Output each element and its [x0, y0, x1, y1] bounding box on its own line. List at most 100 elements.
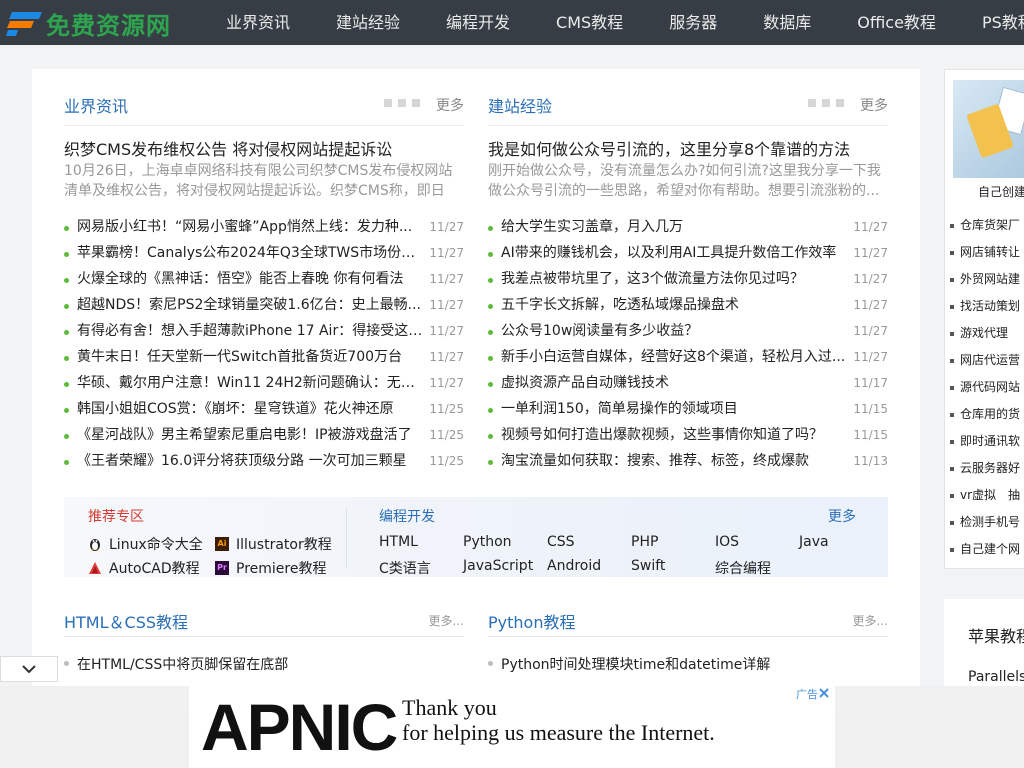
- list-item[interactable]: 公众号10w阅读量有多少收益？ 11/27: [488, 318, 888, 344]
- more-link[interactable]: 更多: [860, 95, 888, 115]
- list-item[interactable]: Python时间处理模块time和datetime详解: [501, 654, 770, 674]
- sidebar-caption[interactable]: 自己创建: [978, 183, 1024, 200]
- top-navigation-bar: 免费资源网 业界资讯 建站经验 编程开发 CMS教程 服务器 数据库 Offic…: [0, 0, 1024, 45]
- recommend-autocad[interactable]: AutoCAD教程: [88, 558, 200, 578]
- sidebar-link[interactable]: 网店铺转让: [950, 243, 1020, 260]
- programming-more-link[interactable]: 更多: [828, 506, 856, 526]
- main-content-card: 业界资讯 更多 织梦CMS发布维权公告 将对侵权网站提起诉讼 10月26日，上海…: [32, 69, 920, 709]
- featured-summary: 10月26日，上海卓卓网络科技有限公司织梦CMS发布侵权网站清单及维权公告，将对…: [64, 163, 453, 199]
- recommend-linux[interactable]: Linux命令大全: [88, 534, 203, 554]
- nav-item-server[interactable]: 服务器: [646, 0, 740, 45]
- recommend-illustrator[interactable]: Ai Illustrator教程: [215, 534, 332, 554]
- dev-link-html[interactable]: HTML: [379, 534, 418, 550]
- list-item[interactable]: 淘宝流量如何获取：搜索、推荐、标签，终成爆款 11/13: [488, 448, 888, 474]
- featured-summary: 刚开始做公众号，没有流量怎么办?如何引流?这里我分享一下我做公众号引流的一些思路…: [488, 163, 881, 199]
- nav-item-cms[interactable]: CMS教程: [533, 0, 646, 45]
- sidebar-link[interactable]: 即时通讯软: [950, 432, 1020, 449]
- list-item[interactable]: 网易版小红书！“网易小蜜蜂”App悄然上线：发力种... 11/27: [64, 214, 464, 240]
- sidebar-link[interactable]: 自己建个网: [950, 540, 1020, 557]
- section-python-header: Python教程 更多...: [488, 607, 888, 637]
- section-title[interactable]: 业界资讯: [64, 93, 128, 117]
- logo-icon: [6, 12, 42, 36]
- more-link[interactable]: 更多: [436, 95, 464, 115]
- list-item[interactable]: 超越NDS！索尼PS2全球销量突破1.6亿台：史上最畅... 11/27: [64, 292, 464, 318]
- nav-item-site-building[interactable]: 建站经验: [313, 0, 423, 45]
- dev-link-java[interactable]: Java: [799, 534, 829, 550]
- list-item[interactable]: 《星河战队》男主希望索尼重启电影！IP被游戏盘活了 11/25: [64, 422, 464, 448]
- recommend-box: 推荐专区 Linux命令大全 Ai Illustrator教程 AutoCAD教…: [64, 497, 888, 577]
- sidebar-link[interactable]: 仓库用的货: [950, 405, 1020, 422]
- list-item[interactable]: 五千字长文拆解，吃透私域爆品操盘术 11/27: [488, 292, 888, 318]
- list-item[interactable]: 有得必有舍！想入手超薄款iPhone 17 Air：得接受这5... 11/27: [64, 318, 464, 344]
- sidebar-link[interactable]: 检测手机号: [950, 513, 1020, 530]
- dev-link-css[interactable]: CSS: [547, 534, 575, 550]
- ad-logo: APNIC: [201, 690, 398, 764]
- section-title[interactable]: 建站经验: [488, 93, 552, 117]
- sidebar-link[interactable]: 网店代运营: [950, 351, 1020, 368]
- dev-link-c[interactable]: C类语言: [379, 558, 431, 578]
- main-nav: 业界资讯 建站经验 编程开发 CMS教程 服务器 数据库 Office教程 PS…: [203, 0, 1024, 45]
- sidebar-link[interactable]: 云服务器好: [950, 459, 1020, 476]
- sidebar-link[interactable]: Parallels: [968, 669, 1024, 685]
- sidebar-link[interactable]: vr虚拟 抽: [950, 486, 1020, 503]
- list-item[interactable]: 新手小白运营自媒体，经营好这8个渠道，轻松月入过... 11/27: [488, 344, 888, 370]
- recommend-title: 推荐专区: [88, 509, 144, 525]
- more-link[interactable]: 更多...: [853, 612, 888, 629]
- ad-text-line1: Thank you: [402, 695, 497, 720]
- list-item[interactable]: AI带来的赚钱机会，以及利用AI工具提升数倍工作效率 11/27: [488, 240, 888, 266]
- nav-item-ps[interactable]: PS教程: [959, 0, 1024, 45]
- nav-item-programming[interactable]: 编程开发: [423, 0, 533, 45]
- sidebar-link[interactable]: 仓库货架厂: [950, 216, 1020, 233]
- list-item[interactable]: 《王者荣耀》16.0评分将获顶级分路 一次可加三颗星 11/25: [64, 448, 464, 474]
- programming-title: 编程开发: [379, 509, 435, 525]
- sidebar-link[interactable]: 源代码网站: [950, 378, 1020, 395]
- site-logo[interactable]: 免费资源网: [6, 5, 171, 41]
- list-item[interactable]: 韩国小姐姐COS赏：《崩坏：星穹铁道》花火神还原 11/25: [64, 396, 464, 422]
- illustrator-icon: Ai: [215, 537, 229, 551]
- list-item[interactable]: 我差点被带坑里了，这3个做流量方法你见过吗？ 11/27: [488, 266, 888, 292]
- list-item[interactable]: 虚拟资源产品自动赚钱技术 11/17: [488, 370, 888, 396]
- section-title[interactable]: Python教程: [488, 609, 575, 633]
- more-link[interactable]: 更多...: [429, 612, 464, 629]
- list-item[interactable]: 火爆全球的《黑神话：悟空》能否上春晚 你有何看法 11/27: [64, 266, 464, 292]
- dev-link-python[interactable]: Python: [463, 534, 512, 550]
- sidebar-link[interactable]: 外贸网站建: [950, 270, 1020, 287]
- list-item[interactable]: 黄牛末日！任天堂新一代Switch首批备货近700万台 11/27: [64, 344, 464, 370]
- news-list: 网易版小红书！“网易小蜜蜂”App悄然上线：发力种... 11/27 苹果霸榜！C…: [64, 214, 464, 474]
- autocad-icon: [88, 561, 102, 575]
- section-industry-news: 业界资讯 更多 织梦CMS发布维权公告 将对侵权网站提起诉讼 10月26日，上海…: [64, 69, 464, 479]
- list-item[interactable]: 苹果霸榜！Canalys公布2024年Q3全球TWS市场份额... 11/27: [64, 240, 464, 266]
- dev-link-swift[interactable]: Swift: [631, 558, 665, 574]
- site-name: 免费资源网: [46, 11, 171, 40]
- ad-banner[interactable]: APNIC Thank you for helping us measure t…: [189, 686, 835, 768]
- dev-link-android[interactable]: Android: [547, 558, 601, 574]
- collapse-ad-button[interactable]: [0, 656, 58, 682]
- carousel-dots[interactable]: [384, 99, 420, 107]
- list-item[interactable]: 一单利润150，简单易操作的领域项目 11/15: [488, 396, 888, 422]
- nav-item-database[interactable]: 数据库: [740, 0, 834, 45]
- list-item[interactable]: 给大学生实习盖章，月入几万 11/27: [488, 214, 888, 240]
- section-title[interactable]: HTML＆CSS教程: [64, 609, 188, 633]
- chevron-down-icon: [22, 665, 36, 674]
- sidebar-section-title[interactable]: 苹果教程: [968, 623, 1024, 647]
- list-item[interactable]: 在HTML/CSS中将页脚保留在底部: [77, 654, 288, 674]
- list-item[interactable]: 华硕、戴尔用户注意！Win11 24H2新问题确认：无法... 11/27: [64, 370, 464, 396]
- nav-item-office[interactable]: Office教程: [834, 0, 959, 45]
- dev-link-javascript[interactable]: JavaScript: [463, 558, 533, 574]
- carousel-dots[interactable]: [808, 99, 844, 107]
- dev-link-general[interactable]: 综合编程: [715, 558, 771, 578]
- featured-title[interactable]: 织梦CMS发布维权公告 将对侵权网站提起诉讼: [64, 136, 392, 160]
- list-item[interactable]: 视频号如何打造出爆款视频，这些事情你知道了吗？ 11/15: [488, 422, 888, 448]
- sidebar-image[interactable]: [953, 80, 1024, 178]
- sidebar-link[interactable]: 找活动策划: [950, 297, 1020, 314]
- dev-link-ios[interactable]: IOS: [715, 534, 739, 550]
- section-html-css-header: HTML＆CSS教程 更多...: [64, 607, 464, 637]
- section-site-building: 建站经验 更多 我是如何做公众号引流的，这里分享8个靠谱的方法 刚开始做公众号，…: [488, 69, 888, 479]
- close-icon[interactable]: [817, 686, 831, 700]
- featured-title[interactable]: 我是如何做公众号引流的，这里分享8个靠谱的方法: [488, 136, 850, 160]
- linux-icon: [88, 537, 102, 551]
- sidebar-link[interactable]: 游戏代理: [950, 324, 1008, 341]
- nav-item-industry-news[interactable]: 业界资讯: [203, 0, 313, 45]
- recommend-premiere[interactable]: Pr Premiere教程: [215, 558, 326, 578]
- dev-link-php[interactable]: PHP: [631, 534, 658, 550]
